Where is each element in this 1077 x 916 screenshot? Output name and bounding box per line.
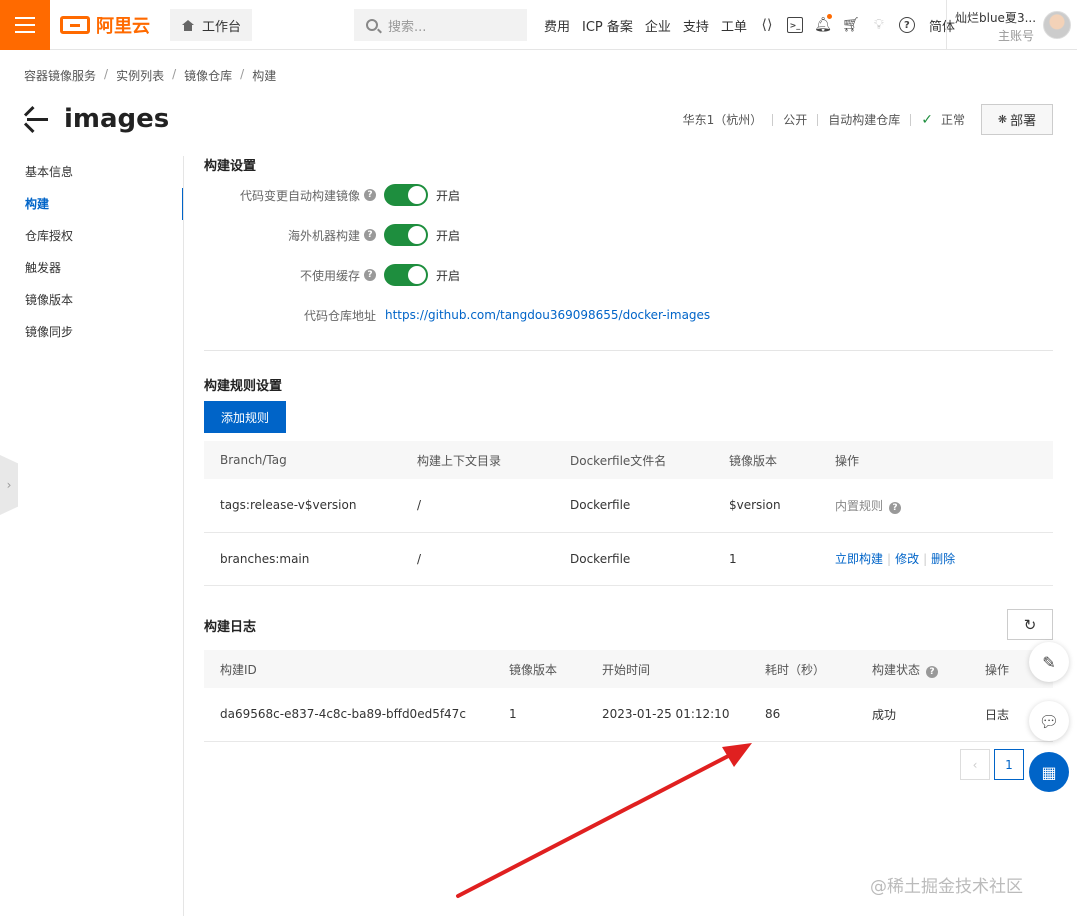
annotation-arrow	[456, 743, 752, 898]
watermark: @稀土掘金技术社区	[870, 877, 1023, 897]
